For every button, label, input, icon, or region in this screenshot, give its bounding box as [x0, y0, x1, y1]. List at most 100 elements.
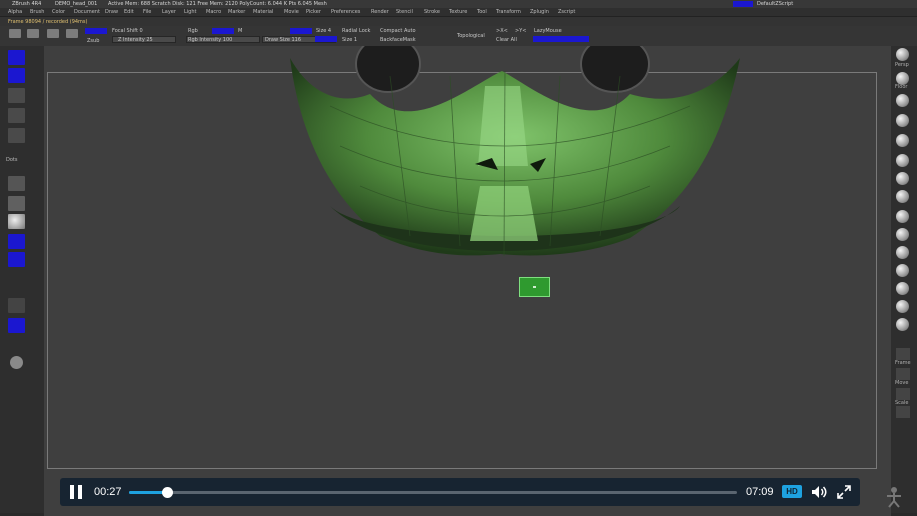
brush-ball-3-icon[interactable]: [896, 172, 909, 185]
green-marker-button[interactable]: [519, 277, 550, 297]
menu-item-stroke[interactable]: Stroke: [424, 9, 440, 15]
m-label[interactable]: M: [238, 28, 242, 34]
rotate-icon[interactable]: [896, 406, 910, 418]
menu-item-layer[interactable]: Layer: [162, 9, 176, 15]
right-eye-shape: [580, 46, 650, 93]
brush-ball-7-icon[interactable]: [896, 246, 909, 259]
menu-item-document[interactable]: Document: [74, 9, 100, 15]
menu-item-picker[interactable]: Picker: [306, 9, 321, 15]
zscript-indicator: [733, 1, 753, 7]
volume-icon[interactable]: [811, 485, 829, 499]
compact-label[interactable]: Compact Auto: [380, 28, 416, 34]
edit-tool-button[interactable]: [66, 29, 78, 38]
persp-icon[interactable]: [896, 48, 909, 61]
total-time: 07:09: [746, 486, 774, 498]
color-blue-slot[interactable]: [8, 234, 25, 249]
frame-icon[interactable]: [896, 348, 910, 360]
brush-ball-1-icon[interactable]: [896, 134, 909, 147]
menu-item-stencil[interactable]: Stencil: [396, 9, 413, 15]
brush-ball-5-icon[interactable]: [896, 210, 909, 223]
zsub-label[interactable]: Zsub: [87, 38, 99, 44]
brush-slot[interactable]: [8, 50, 25, 65]
menu-item-brush[interactable]: Brush: [30, 9, 44, 15]
texture-slot[interactable]: [8, 108, 25, 123]
menu-item-tool[interactable]: Tool: [477, 9, 487, 15]
lazymouse-label[interactable]: LazyMouse: [534, 28, 562, 34]
local-icon[interactable]: [896, 94, 909, 107]
clear-label[interactable]: Clear All: [496, 37, 517, 43]
menu-item-alpha[interactable]: Alpha: [8, 9, 22, 15]
menu-item-file[interactable]: File: [143, 9, 151, 15]
brush-ball-11-icon[interactable]: [896, 318, 909, 331]
material-slot[interactable]: [8, 128, 25, 143]
rotate-tool-button[interactable]: [47, 29, 59, 38]
menu-item-transform[interactable]: Transform: [496, 9, 521, 15]
alternate-slot[interactable]: [8, 318, 25, 333]
menu-item-color[interactable]: Color: [52, 9, 65, 15]
color-sphere-icon[interactable]: [10, 356, 23, 369]
pause-icon[interactable]: [69, 485, 83, 499]
focal-shift-label[interactable]: Focal Shift 0: [112, 28, 143, 34]
sym-x-label[interactable]: >X<: [496, 28, 508, 34]
xyz-icon[interactable]: [896, 114, 909, 127]
switch-color-slot[interactable]: [8, 298, 25, 313]
rgb-intensity-label: Rgb Intensity 100: [188, 37, 233, 43]
scale-tool-button[interactable]: [27, 29, 39, 38]
alpha-slot[interactable]: [8, 88, 25, 103]
brush-ball-10-icon[interactable]: [896, 300, 909, 313]
brush-ball-8-icon[interactable]: [896, 264, 909, 277]
backface-mask-label[interactable]: BackfaceMask: [380, 37, 416, 43]
brush-ball-6-icon[interactable]: [896, 228, 909, 241]
draw-size-dynamic[interactable]: [290, 28, 312, 34]
matcap-slot[interactable]: [8, 196, 25, 211]
color-secondary-slot[interactable]: [8, 252, 25, 267]
video-controls: 00:27 07:09 HD: [60, 478, 860, 506]
zadd-button[interactable]: [85, 28, 107, 34]
progress-bar[interactable]: [129, 487, 737, 498]
topological-label[interactable]: Topological: [457, 33, 485, 39]
green-mesh-model[interactable]: [270, 46, 760, 276]
menu-bar: Alpha Brush Color Document Draw Edit File Layer…: [0, 8, 917, 17]
marker-dot-icon: [533, 286, 536, 288]
brush-ball-4-icon[interactable]: [896, 190, 909, 203]
menu-item-movie[interactable]: Movie: [284, 9, 299, 15]
move-label: Move: [895, 380, 909, 386]
z-intensity-label: Z Intensity 25: [118, 37, 153, 43]
menu-item-material[interactable]: Material: [253, 9, 273, 15]
rgb-blue-toggle[interactable]: [212, 28, 234, 34]
sym-y-label[interactable]: >Y<: [515, 28, 526, 34]
menu-item-zplugin[interactable]: Zplugin: [530, 9, 549, 15]
rgb-label[interactable]: Rgb: [188, 28, 198, 34]
hd-button[interactable]: HD: [782, 485, 802, 498]
fullscreen-icon[interactable]: [837, 485, 851, 499]
radial-label[interactable]: Radial Lock: [342, 28, 370, 34]
menu-item-draw[interactable]: Draw: [105, 9, 118, 15]
menu-item-zscript[interactable]: Zscript: [558, 9, 575, 15]
size-blue-toggle[interactable]: [315, 36, 337, 42]
menu-item-macro[interactable]: Macro: [206, 9, 221, 15]
size-label[interactable]: Size 4: [316, 28, 331, 34]
menu-item-edit[interactable]: Edit: [124, 9, 134, 15]
move-tool-button[interactable]: [9, 29, 21, 38]
stroke-slot[interactable]: [8, 68, 25, 83]
menu-item-texture[interactable]: Texture: [449, 9, 467, 15]
progress-handle[interactable]: [162, 487, 174, 498]
sphere-material-icon[interactable]: [8, 214, 25, 229]
frame-label: Frame: [895, 360, 911, 366]
brush-ball-2-icon[interactable]: [896, 154, 909, 167]
lazymouse-indicator[interactable]: [533, 36, 589, 42]
menu-item-marker[interactable]: Marker: [228, 9, 245, 15]
app-title: ZBrush 4R4: [12, 1, 42, 7]
move-icon[interactable]: [896, 368, 910, 380]
title-bar: ZBrush 4R4 DEMO_head_001 Active Mem: 688…: [0, 0, 917, 8]
scale-icon[interactable]: [896, 388, 910, 400]
top-toolbar: Zsub Focal Shift 0 Z Intensity 25 Rgb M …: [0, 26, 917, 51]
brush-ball-9-icon[interactable]: [896, 282, 909, 295]
menu-item-light[interactable]: Light: [184, 9, 196, 15]
scale-label: Scale: [895, 400, 909, 406]
menu-item-render[interactable]: Render: [371, 9, 389, 15]
menu-item-preferences[interactable]: Preferences: [331, 9, 360, 15]
left-eye-shape: [355, 46, 421, 93]
gradient-slot[interactable]: [8, 176, 25, 191]
depth-label[interactable]: Size 1: [342, 37, 357, 43]
